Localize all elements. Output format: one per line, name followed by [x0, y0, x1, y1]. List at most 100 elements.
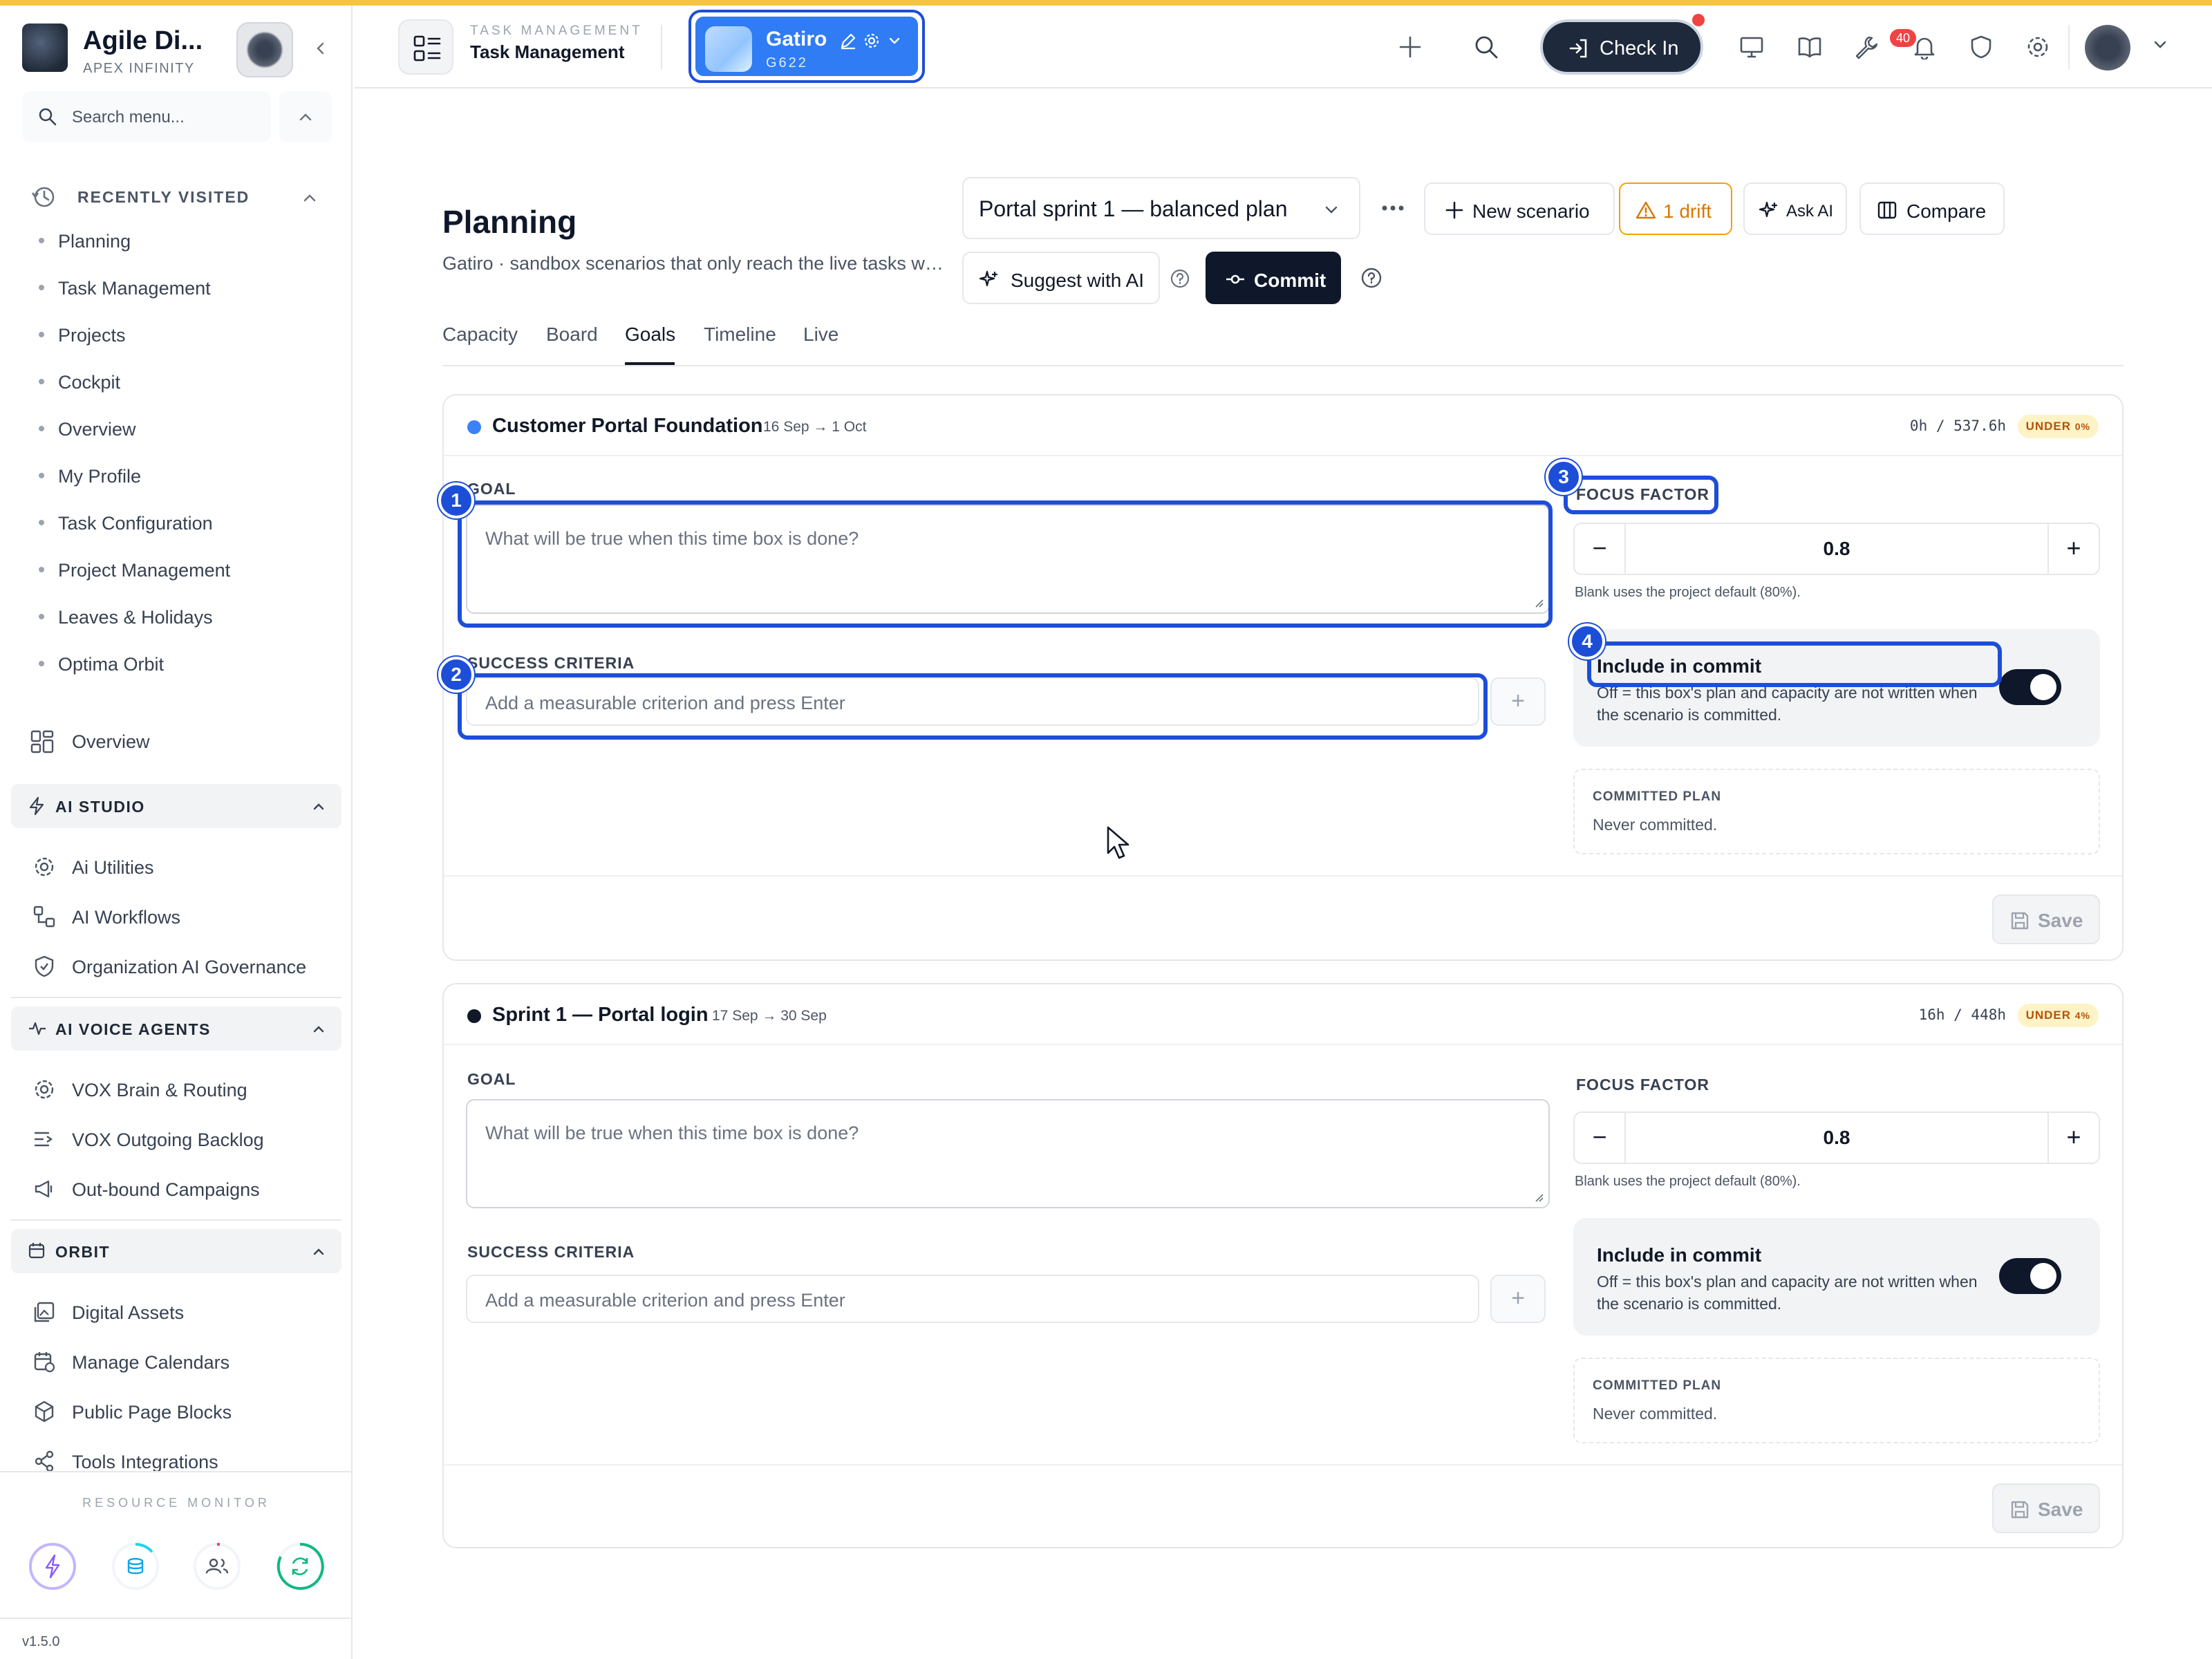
- help-icon[interactable]: [1170, 268, 1190, 289]
- sidebar-item-ai-governance[interactable]: Organization AI Governance: [33, 951, 337, 986]
- help-icon[interactable]: [1360, 267, 1382, 289]
- settings-button[interactable]: [2016, 25, 2060, 69]
- recent-item-task-configuration[interactable]: Task Configuration: [39, 513, 213, 534]
- increment-button[interactable]: +: [2047, 524, 2099, 574]
- check-in-status-dot: [1692, 14, 1705, 26]
- sidebar-item-tools-integrations[interactable]: Tools Integrations: [33, 1446, 337, 1481]
- recent-item-planning[interactable]: Planning: [39, 231, 131, 252]
- chevron-down-icon[interactable]: [887, 32, 902, 50]
- cube-icon: [35, 1400, 54, 1423]
- commit-icon: [1226, 274, 1244, 284]
- module-switcher-button[interactable]: [398, 19, 453, 75]
- sidebar-item-overview[interactable]: Overview: [30, 726, 335, 760]
- resize-grip-icon[interactable]: [1533, 1192, 1544, 1203]
- success-criteria-input[interactable]: Add a measurable criterion and press Ent…: [466, 1275, 1479, 1323]
- module-eyebrow: TASK MANAGEMENT: [470, 24, 643, 38]
- sidebar-item-vox-brain[interactable]: VOX Brain & Routing: [33, 1074, 337, 1109]
- include-in-commit-toggle[interactable]: [1999, 669, 2061, 705]
- focus-factor-value[interactable]: 0.8: [1626, 538, 2047, 560]
- focus-factor-stepper[interactable]: − 0.8 +: [1573, 523, 2100, 575]
- docs-button[interactable]: [1788, 25, 1832, 69]
- org-avatar[interactable]: [236, 22, 293, 77]
- timebox-hours: 0h / 537.6h: [1909, 418, 2006, 434]
- success-criteria-input[interactable]: Add a measurable criterion and press Ent…: [466, 677, 1479, 726]
- user-avatar[interactable]: [2085, 25, 2130, 71]
- drift-button[interactable]: 1 drift: [1619, 182, 1732, 235]
- new-scenario-button[interactable]: New scenario: [1424, 182, 1615, 235]
- calendar-icon: [28, 1243, 45, 1259]
- sidebar-item-vox-backlog[interactable]: VOX Outgoing Backlog: [33, 1124, 337, 1159]
- storage-monitor[interactable]: [111, 1541, 160, 1591]
- tab-board[interactable]: Board: [546, 324, 598, 346]
- recent-item-my-profile[interactable]: My Profile: [39, 466, 141, 487]
- recent-item-task-management[interactable]: Task Management: [39, 278, 211, 299]
- capacity-status-badge: UNDER 4%: [2017, 1004, 2099, 1027]
- add-criterion-button[interactable]: +: [1490, 1275, 1546, 1323]
- goal-label: GOAL: [467, 1070, 516, 1088]
- recent-item-overview[interactable]: Overview: [39, 419, 136, 440]
- users-monitor[interactable]: [192, 1541, 242, 1591]
- compare-button[interactable]: Compare: [1859, 182, 2005, 235]
- resize-grip-icon[interactable]: [1533, 597, 1544, 608]
- group-ai-studio-header[interactable]: AI STUDIO: [11, 784, 341, 828]
- tools-button[interactable]: [1844, 25, 1888, 69]
- ask-ai-button[interactable]: Ask AI: [1743, 182, 1847, 235]
- goal-textarea[interactable]: What will be true when this time box is …: [466, 505, 1550, 614]
- check-in-button[interactable]: Check In: [1540, 19, 1703, 75]
- tab-goals[interactable]: Goals: [625, 324, 675, 346]
- collapse-sidebar-button[interactable]: [306, 33, 336, 64]
- more-options-button[interactable]: [1376, 191, 1410, 225]
- sidebar-item-outbound-campaigns[interactable]: Out-bound Campaigns: [33, 1174, 337, 1208]
- include-in-commit-toggle[interactable]: [1999, 1258, 2061, 1294]
- tab-timeline[interactable]: Timeline: [704, 324, 776, 346]
- cpu-monitor[interactable]: [28, 1541, 77, 1591]
- sidebar-item-ai-workflows[interactable]: AI Workflows: [33, 901, 337, 936]
- pulse-icon: [29, 1022, 46, 1035]
- page-title: Planning: [442, 204, 577, 240]
- add-button[interactable]: [1388, 25, 1432, 69]
- gear-icon[interactable]: [863, 32, 881, 50]
- recently-visited-header[interactable]: RECENTLY VISITED: [28, 180, 325, 214]
- add-criterion-button[interactable]: +: [1490, 677, 1546, 726]
- save-button[interactable]: Save: [1992, 1483, 2100, 1533]
- save-button[interactable]: Save: [1992, 894, 2100, 944]
- focus-factor-stepper[interactable]: − 0.8 +: [1573, 1112, 2100, 1164]
- recent-item-projects[interactable]: Projects: [39, 325, 126, 346]
- recent-item-optima-orbit[interactable]: Optima Orbit: [39, 654, 164, 675]
- screen-button[interactable]: [1730, 25, 1774, 69]
- tab-capacity[interactable]: Capacity: [442, 324, 518, 346]
- recent-item-leaves-holidays[interactable]: Leaves & Holidays: [39, 607, 213, 628]
- group-ai-voice-header[interactable]: AI VOICE AGENTS: [11, 1006, 341, 1051]
- search-collapse-button[interactable]: [279, 91, 332, 142]
- decrement-button[interactable]: −: [1575, 1113, 1626, 1163]
- increment-button[interactable]: +: [2047, 1113, 2099, 1163]
- project-switcher[interactable]: Gatiro G622: [688, 10, 925, 83]
- monitor-icon: [1740, 37, 1763, 58]
- search-menu-input[interactable]: Search menu...: [22, 91, 271, 142]
- committed-plan-box: COMMITTED PLAN Never committed.: [1573, 769, 2100, 854]
- scenario-select[interactable]: Portal sprint 1 — balanced plan: [962, 177, 1360, 239]
- search-button[interactable]: [1464, 25, 1508, 69]
- goal-textarea[interactable]: What will be true when this time box is …: [466, 1099, 1550, 1208]
- tab-live[interactable]: Live: [803, 324, 838, 346]
- page-subtitle: Gatiro · sandbox scenarios that only rea…: [442, 253, 947, 274]
- group-orbit-header[interactable]: ORBIT: [11, 1229, 341, 1273]
- decrement-button[interactable]: −: [1575, 524, 1626, 574]
- user-menu-chevron[interactable]: [2140, 25, 2184, 69]
- sync-monitor[interactable]: [275, 1541, 325, 1591]
- focus-factor-value[interactable]: 0.8: [1626, 1127, 2047, 1149]
- suggest-with-ai-button[interactable]: Suggest with AI: [962, 252, 1160, 304]
- sidebar-item-ai-utilities[interactable]: Ai Utilities: [33, 852, 337, 886]
- recent-item-cockpit[interactable]: Cockpit: [39, 372, 120, 393]
- committed-plan-value: Never committed.: [1593, 1405, 1718, 1423]
- sidebar-item-public-page-blocks[interactable]: Public Page Blocks: [33, 1396, 337, 1431]
- sidebar-item-digital-assets[interactable]: Digital Assets: [33, 1297, 337, 1331]
- security-button[interactable]: [1959, 25, 2003, 69]
- commit-button[interactable]: Commit: [1206, 252, 1341, 304]
- edit-icon[interactable]: [839, 32, 857, 50]
- sidebar-item-manage-calendars[interactable]: Manage Calendars: [33, 1347, 337, 1381]
- recent-item-project-management[interactable]: Project Management: [39, 560, 230, 581]
- brand[interactable]: Agile Di... APEX INFINITY: [21, 19, 332, 82]
- bullet-icon: [39, 566, 44, 572]
- brand-subtitle: APEX INFINITY: [83, 61, 195, 76]
